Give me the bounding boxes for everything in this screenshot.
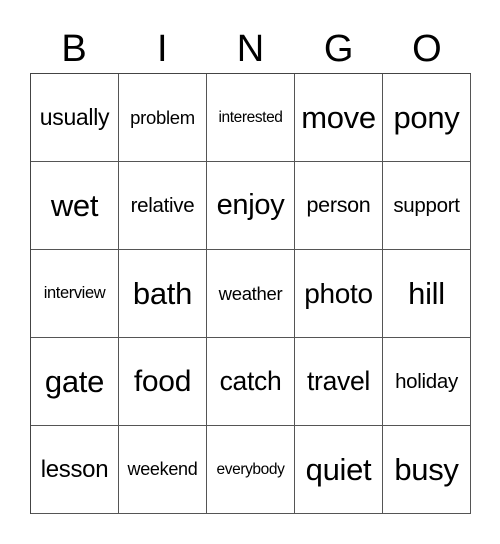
bingo-cell[interactable]: weather [207,250,295,338]
bingo-cell[interactable]: quiet [295,426,383,514]
header-letter-o: O [412,28,442,70]
bingo-cell[interactable]: support [383,162,471,250]
bingo-cell[interactable]: food [119,338,207,426]
bingo-cell[interactable]: photo [295,250,383,338]
header-letter-i: I [157,28,168,70]
bingo-cell[interactable]: gate [31,338,119,426]
bingo-cell[interactable]: weekend [119,426,207,514]
bingo-cell[interactable]: usually [31,74,119,162]
bingo-cell[interactable]: wet [31,162,119,250]
bingo-cell[interactable]: catch [207,338,295,426]
bingo-cell[interactable]: busy [383,426,471,514]
bingo-cell[interactable]: lesson [31,426,119,514]
header-letter-b: B [61,28,87,70]
bingo-cell[interactable]: relative [119,162,207,250]
bingo-cell[interactable]: holiday [383,338,471,426]
bingo-cell[interactable]: bath [119,250,207,338]
header-letter-n: N [236,28,265,70]
bingo-cell[interactable]: enjoy [207,162,295,250]
bingo-cell[interactable]: everybody [207,426,295,514]
header-letter-g: G [323,28,354,70]
bingo-cell[interactable]: interested [207,74,295,162]
bingo-cell[interactable]: hill [383,250,471,338]
bingo-cell[interactable]: interview [31,250,119,338]
bingo-cell[interactable]: move [295,74,383,162]
bingo-card-grid: usually problem interested move pony wet… [30,73,471,514]
bingo-cell[interactable]: person [295,162,383,250]
bingo-cell[interactable]: travel [295,338,383,426]
bingo-header: B I N G O [30,26,471,72]
bingo-cell[interactable]: problem [119,74,207,162]
bingo-cell[interactable]: pony [383,74,471,162]
